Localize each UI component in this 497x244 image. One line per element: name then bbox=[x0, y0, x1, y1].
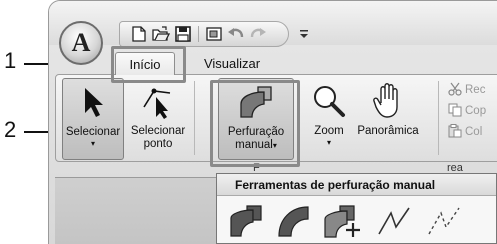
shape-plus-icon[interactable] bbox=[323, 202, 361, 240]
arc-band-icon[interactable] bbox=[275, 202, 313, 240]
callout-2-label: 2 bbox=[4, 117, 17, 142]
tab-visualizar[interactable]: Visualizar bbox=[197, 52, 267, 75]
point-select-icon bbox=[138, 81, 178, 121]
hand-icon bbox=[368, 81, 408, 121]
cut-button[interactable]: Rec bbox=[448, 81, 485, 99]
copy-icon bbox=[448, 103, 462, 120]
tool-label: Selecionar bbox=[65, 126, 121, 138]
app-logo-letter: A bbox=[71, 28, 91, 57]
paste-label: Col bbox=[465, 126, 483, 138]
new-file-icon[interactable] bbox=[130, 25, 148, 43]
application-button[interactable]: A bbox=[59, 21, 103, 65]
semi-circle-outline-icon[interactable] bbox=[227, 202, 265, 240]
undo-icon[interactable] bbox=[227, 25, 245, 43]
dropdown-arrow-icon[interactable] bbox=[297, 25, 311, 43]
quick-access-toolbar bbox=[119, 21, 289, 47]
highlight-tab-inicio bbox=[111, 46, 186, 83]
save-icon[interactable] bbox=[174, 25, 192, 43]
chevron-down-icon: ▾ bbox=[90, 139, 95, 148]
window-icon[interactable] bbox=[205, 25, 223, 43]
tab-label: Visualizar bbox=[203, 56, 261, 71]
tool-label: Panorâmica bbox=[357, 125, 419, 137]
chevron-down-icon: ▾ bbox=[326, 138, 331, 147]
manual-punch-dropdown: Ferramentas de perfuração manual bbox=[216, 173, 497, 244]
dropdown-title: Ferramentas de perfuração manual bbox=[217, 174, 496, 196]
zigzag-line-icon[interactable] bbox=[375, 202, 413, 240]
ribbon-separator bbox=[194, 81, 195, 155]
toolbar-separator bbox=[198, 26, 199, 42]
arrow-cursor-icon bbox=[73, 82, 113, 122]
paste-button[interactable]: Col bbox=[448, 123, 482, 141]
copy-button[interactable]: Cop bbox=[448, 102, 486, 120]
scissors-icon bbox=[448, 82, 462, 99]
zoom-button[interactable]: Zoom ▾ bbox=[306, 78, 352, 160]
copy-label: Cop bbox=[465, 105, 487, 117]
tool-label: Selecionar bbox=[130, 125, 186, 137]
select-point-button[interactable]: Selecionar ponto bbox=[126, 78, 190, 160]
tool-label-line2: ponto bbox=[143, 138, 173, 150]
select-button[interactable]: Selecionar ▾ bbox=[62, 78, 124, 160]
open-folder-icon[interactable] bbox=[152, 25, 170, 43]
pan-button[interactable]: Panorâmica bbox=[354, 78, 422, 160]
highlight-manual-punch bbox=[210, 80, 300, 167]
cut-label: Rec bbox=[465, 84, 486, 96]
redo-icon[interactable] bbox=[249, 25, 267, 43]
callout-1-label: 1 bbox=[4, 48, 17, 73]
tool-label: Zoom bbox=[314, 125, 344, 137]
ribbon-separator bbox=[438, 81, 439, 155]
dropdown-item-row bbox=[217, 196, 496, 244]
magnifier-icon bbox=[309, 81, 349, 121]
paste-icon bbox=[448, 123, 462, 141]
dashed-zigzag-icon[interactable] bbox=[425, 202, 463, 240]
